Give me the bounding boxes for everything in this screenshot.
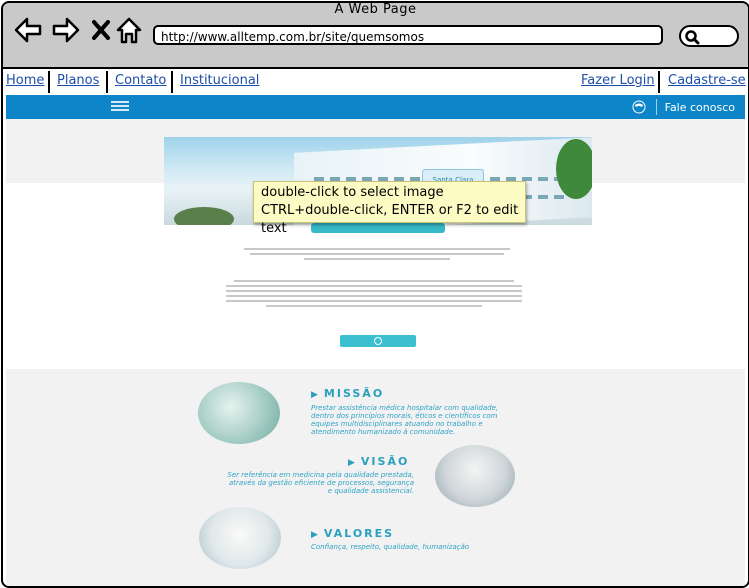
vision-title-text: VISÃO bbox=[360, 455, 410, 468]
values-title-text: VALORES bbox=[323, 527, 395, 540]
vision-title: ▶ VISÃO bbox=[348, 455, 409, 468]
address-bar[interactable]: http://www.alltemp.com.br/site/quemsomos bbox=[153, 25, 663, 45]
close-x-icon[interactable] bbox=[91, 19, 111, 41]
mission-arrow-icon: ▶ bbox=[311, 390, 320, 400]
nav-link-fazer-login[interactable]: Fazer Login bbox=[581, 73, 655, 88]
intro-paragraph-placeholder bbox=[244, 245, 510, 263]
values-text: Confiança, respeito, qualidade, humaniza… bbox=[311, 543, 470, 551]
window-titlebar: A Web Page http://www.alltemp.com.br/sit… bbox=[3, 3, 748, 69]
mission-title: ▶ MISSÃO bbox=[311, 387, 384, 400]
mission-text: Prestar assistência médica hospitalar co… bbox=[311, 404, 499, 436]
top-navigation: Home Planos Contato Institucional Fazer … bbox=[3, 69, 748, 95]
nav-link-cadastre-se[interactable]: Cadastre-se bbox=[668, 73, 746, 88]
forward-arrow-icon[interactable] bbox=[51, 15, 81, 45]
phone-icon bbox=[632, 100, 646, 114]
vision-arrow-icon: ▶ bbox=[348, 458, 357, 468]
tooltip-line-1: double-click to select image bbox=[261, 185, 444, 200]
values-arrow-icon: ▶ bbox=[311, 530, 320, 540]
nav-separator bbox=[658, 71, 660, 93]
values-photo bbox=[199, 507, 281, 569]
back-arrow-icon[interactable] bbox=[13, 15, 43, 45]
contact-label: Fale conosco bbox=[664, 100, 735, 114]
tooltip-line-2: CTRL+double-click, ENTER or F2 to edit t… bbox=[261, 203, 519, 236]
page-content: Santa Clara double-click to select image… bbox=[6, 119, 745, 586]
mission-title-text: MISSÃO bbox=[323, 387, 385, 400]
browser-window: A Web Page http://www.alltemp.com.br/sit… bbox=[1, 1, 749, 588]
nav-link-institucional[interactable]: Institucional bbox=[180, 73, 259, 88]
structure-button[interactable] bbox=[340, 335, 416, 347]
hamburger-menu-icon[interactable] bbox=[111, 101, 129, 113]
nav-link-contato[interactable]: Contato bbox=[115, 73, 166, 88]
contact-separator bbox=[655, 99, 657, 115]
hero-tree bbox=[556, 139, 592, 199]
nav-separator bbox=[48, 71, 50, 93]
nav-separator bbox=[106, 71, 108, 93]
nav-link-planos[interactable]: Planos bbox=[57, 73, 99, 88]
home-icon[interactable] bbox=[115, 15, 143, 45]
mission-photo bbox=[198, 382, 280, 444]
structure-button-icon bbox=[374, 336, 382, 345]
hero-shrub bbox=[174, 207, 234, 225]
editor-tooltip: double-click to select image CTRL+double… bbox=[253, 181, 526, 236]
contact-link[interactable]: Fale conosco bbox=[630, 99, 735, 115]
body-paragraph-placeholder bbox=[226, 277, 522, 310]
values-title: ▶ VALORES bbox=[311, 527, 394, 540]
nav-separator bbox=[171, 71, 173, 93]
nav-link-home[interactable]: Home bbox=[6, 73, 44, 88]
vision-text: Ser referência em medicina pela qualidad… bbox=[227, 471, 414, 495]
search-icon bbox=[685, 30, 700, 45]
vision-photo bbox=[435, 445, 515, 507]
search-field[interactable] bbox=[679, 25, 739, 47]
site-header-bar: Fale conosco bbox=[6, 95, 745, 119]
